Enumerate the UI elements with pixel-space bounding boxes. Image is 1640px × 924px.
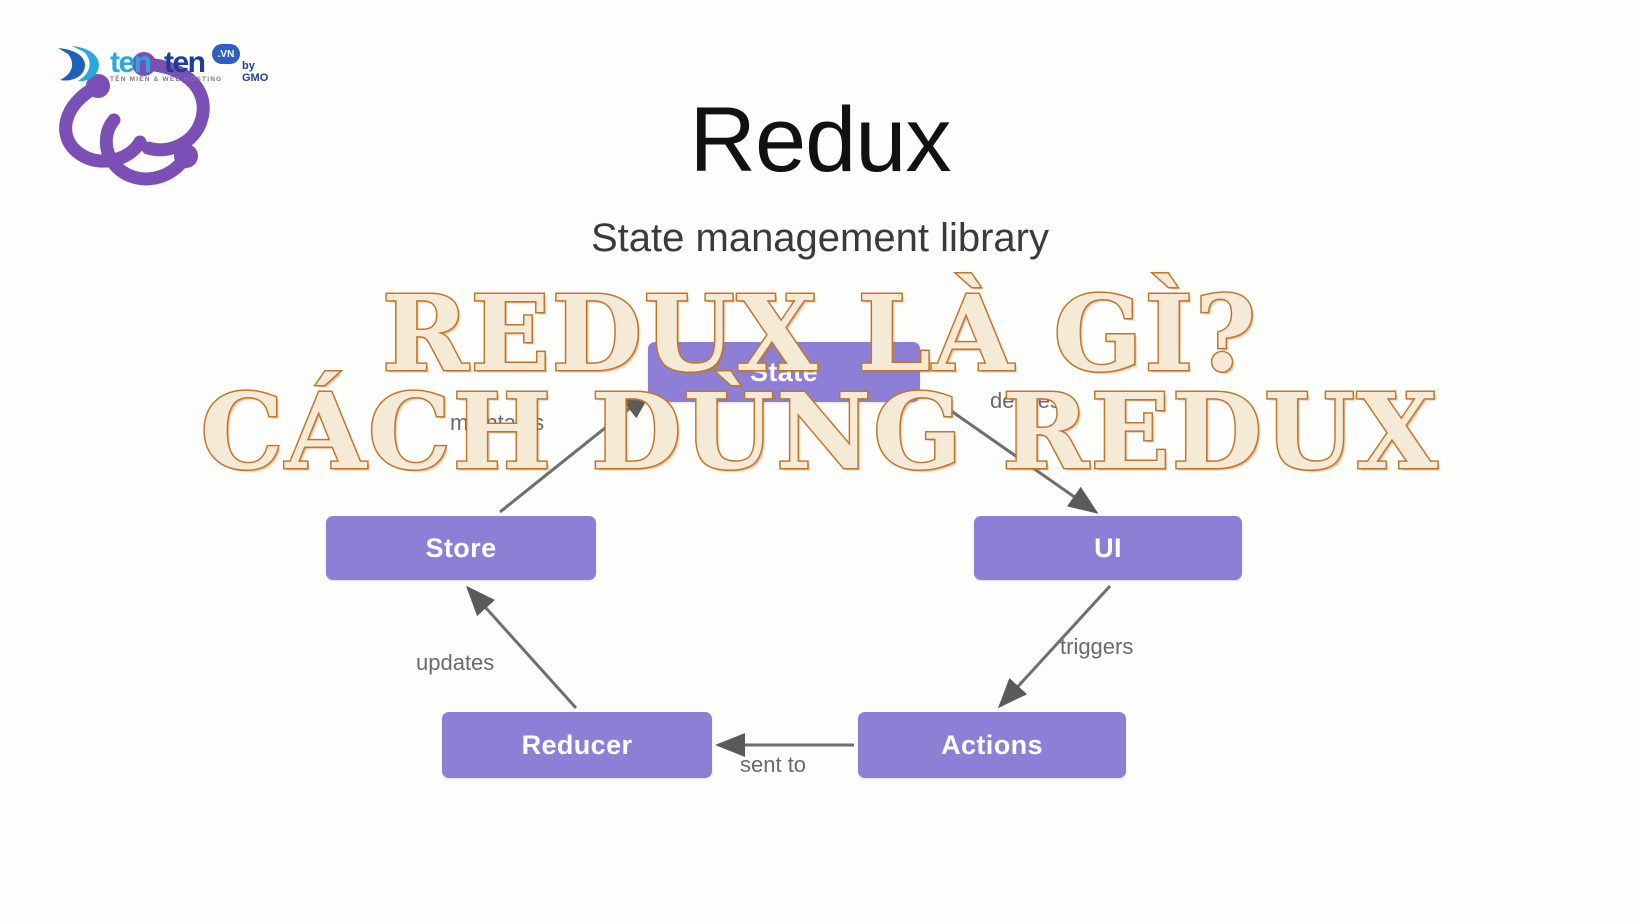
diagram-node-store: Store [326,516,596,580]
diagram-node-reducer: Reducer [442,712,712,778]
tenten-swoosh-icon [58,46,99,82]
brand-watermark: ten ten .VN by GMO TÊN MIỀN & WEB HOSTIN… [30,8,268,193]
page-subtitle: State management library [590,216,1049,260]
brand-text-part2: ten [164,46,206,79]
headline-overlay: REDUX LÀ GÌ? CÁCH DÙNG REDUX [0,280,1640,493]
brand-tagline: TÊN MIỀN & WEB HOSTING [110,76,223,83]
by-gmo-label: by GMO [242,60,269,84]
edge-label-triggers: triggers [1060,634,1134,659]
edge-label-updates: updates [416,650,495,675]
diagram-node-ui: UI [974,516,1242,580]
brand-text-part1: ten [110,46,152,79]
tld-badge: .VN [212,44,240,64]
headline-line-2: CÁCH DÙNG REDUX [199,370,1440,493]
edge-label-sent-to: sent to [740,752,807,777]
diagram-node-actions: Actions [858,712,1126,778]
tenten-wordmark: ten ten .VN by GMO TÊN MIỀN & WEB HOSTIN… [52,38,268,90]
